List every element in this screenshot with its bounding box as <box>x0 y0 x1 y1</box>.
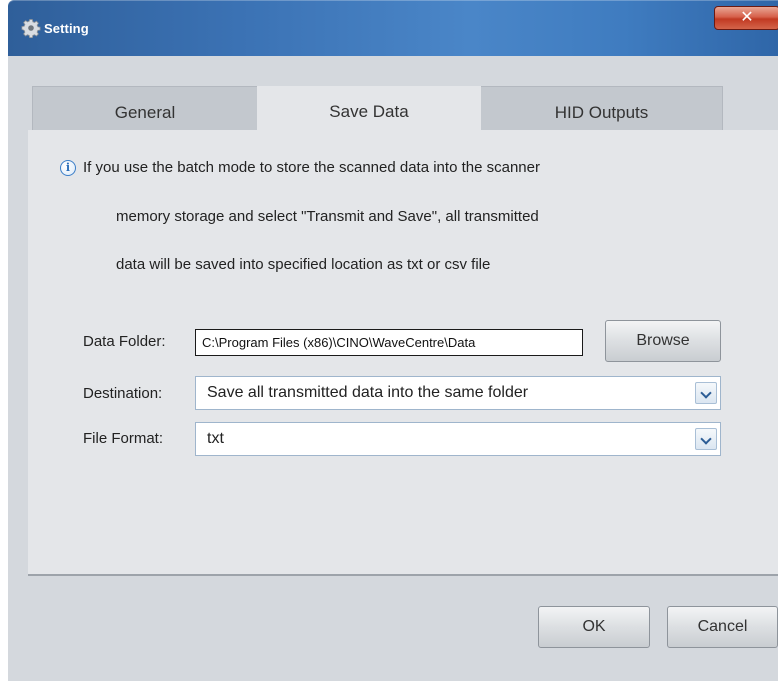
tab-general[interactable]: General <box>32 86 257 130</box>
cancel-button[interactable]: Cancel <box>667 606 778 648</box>
tab-hid-outputs[interactable]: HID Outputs <box>481 86 723 130</box>
info-text-line: If you use the batch mode to store the s… <box>83 159 540 176</box>
info-text-line: data will be saved into specified locati… <box>116 256 491 273</box>
data-folder-input[interactable]: C:\Program Files (x86)\CINO\WaveCentre\D… <box>195 329 583 356</box>
destination-value: Save all transmitted data into the same … <box>207 384 529 401</box>
browse-button[interactable]: Browse <box>605 320 721 362</box>
file-format-select[interactable]: txt <box>195 422 721 456</box>
file-format-label: File Format: <box>83 430 164 447</box>
data-folder-label: Data Folder: <box>83 333 166 350</box>
destination-label: Destination: <box>83 385 163 402</box>
destination-select[interactable]: Save all transmitted data into the same … <box>195 376 721 410</box>
dialog-body: General Save Data HID Outputs i If you u… <box>8 56 778 681</box>
info-icon: i <box>60 160 76 176</box>
chevron-down-icon[interactable] <box>695 428 717 450</box>
close-button[interactable]: ✕ <box>714 6 778 30</box>
tab-save-data[interactable]: Save Data <box>257 86 481 130</box>
window-title: Setting <box>44 21 89 36</box>
gear-icon <box>21 19 41 38</box>
title-bar[interactable]: Setting ✕ <box>8 0 778 56</box>
file-format-value: txt <box>207 430 224 447</box>
chevron-down-icon[interactable] <box>695 382 717 404</box>
settings-dialog: Setting ✕ General Save Data HID Outputs … <box>0 0 778 681</box>
info-text-line: memory storage and select "Transmit and … <box>116 208 539 225</box>
ok-button[interactable]: OK <box>538 606 650 648</box>
